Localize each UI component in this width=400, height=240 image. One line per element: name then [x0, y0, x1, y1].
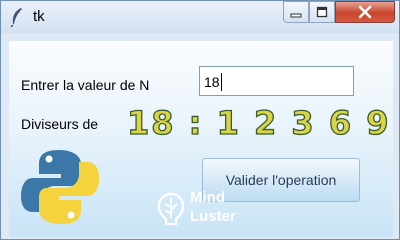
- entry-label: Entrer la valeur de N: [21, 77, 150, 93]
- title-bar[interactable]: tk: [1, 1, 399, 33]
- minimize-button[interactable]: [283, 1, 309, 23]
- close-icon: [358, 5, 372, 19]
- watermark-line-1: Mind: [190, 189, 225, 206]
- close-button[interactable]: [335, 1, 395, 23]
- divisors-label: Diviseurs de: [21, 116, 99, 132]
- text-caret: [220, 73, 222, 91]
- python-logo-icon: [21, 150, 99, 224]
- n-value-text: 18: [204, 74, 220, 90]
- mindluster-watermark: Mind Luster: [156, 189, 266, 233]
- maximize-icon: [316, 6, 328, 18]
- feather-icon: [10, 8, 22, 27]
- minimize-icon: [290, 13, 302, 18]
- n-value-input[interactable]: 18: [199, 66, 354, 96]
- tk-window: tk Entrer la valeur de N 18 Diviseurs de…: [0, 0, 400, 240]
- window-title: tk: [33, 8, 45, 25]
- divisors-result: 18 : 1 2 3 6 9 18: [126, 103, 399, 142]
- brain-icon: [157, 192, 185, 226]
- maximize-button[interactable]: [309, 1, 335, 23]
- watermark-line-2: Luster: [190, 208, 236, 225]
